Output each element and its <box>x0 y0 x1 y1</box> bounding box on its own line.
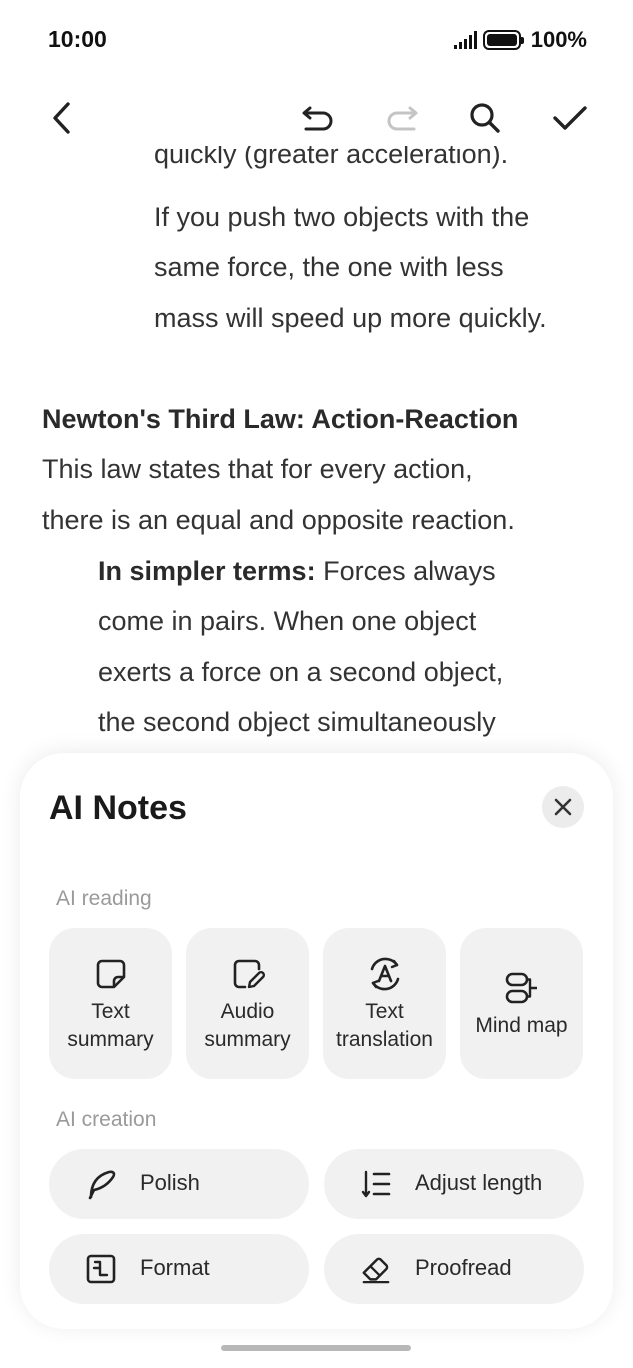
polish-icon <box>88 1170 116 1200</box>
pill-label: Proofread <box>415 1255 512 1280</box>
card-label: Text summary <box>67 999 154 1051</box>
audio-summary-icon <box>233 959 265 988</box>
home-indicator[interactable] <box>221 1345 411 1351</box>
text-summary-icon <box>96 959 125 988</box>
pill-label: Adjust length <box>415 1170 543 1195</box>
search-button[interactable] <box>461 90 509 146</box>
audio-summary-button[interactable]: Audio summary <box>186 928 309 1079</box>
format-button[interactable]: Format <box>49 1234 309 1304</box>
translate-icon <box>370 957 399 990</box>
undo-icon <box>302 106 333 131</box>
doc-line: This law states that for every action, <box>42 454 473 484</box>
done-button[interactable] <box>546 90 594 146</box>
close-icon <box>554 798 572 816</box>
redo-button[interactable] <box>378 90 426 146</box>
mind-map-button[interactable]: Mind map <box>460 928 583 1079</box>
doc-line: the second object simultaneously <box>98 707 496 737</box>
checkmark-icon <box>553 106 587 130</box>
status-indicators: 100% <box>453 27 587 53</box>
chevron-left-icon <box>53 102 70 134</box>
undo-button[interactable] <box>294 90 342 146</box>
doc-line: mass will speed up more quickly. <box>154 303 547 333</box>
polish-button[interactable]: Polish <box>49 1149 309 1219</box>
card-label: Mind map <box>475 1013 568 1037</box>
signal-icon <box>453 31 477 49</box>
note-document[interactable]: quickly (greater acceleration). If you p… <box>0 146 633 756</box>
pill-label: Polish <box>140 1170 200 1195</box>
sheet-title: AI Notes <box>49 789 187 827</box>
text-translation-button[interactable]: Text translation <box>323 928 446 1079</box>
mind-map-icon <box>505 972 537 1003</box>
ai-reading-label: AI reading <box>56 887 152 910</box>
status-time: 10:00 <box>48 26 107 52</box>
close-button[interactable] <box>542 786 584 828</box>
doc-line: quickly (greater acceleration). <box>154 146 509 169</box>
doc-line: If you push two objects with the <box>154 202 530 232</box>
doc-line: In simpler terms: Forces always <box>98 554 496 588</box>
proofread-button[interactable]: Proofread <box>324 1234 584 1304</box>
ai-creation-label: AI creation <box>56 1108 157 1131</box>
adjust-length-icon <box>361 1170 391 1198</box>
editor-toolbar <box>0 90 633 146</box>
doc-heading: Newton's Third Law: Action-Reaction <box>42 404 519 434</box>
battery-icon <box>482 30 524 50</box>
battery-percent: 100% <box>530 27 587 52</box>
ai-notes-sheet: AI Notes AI reading Text summary Audio s… <box>20 753 613 1329</box>
doc-line: come in pairs. When one object <box>98 606 477 636</box>
text-summary-button[interactable]: Text summary <box>49 928 172 1079</box>
status-bar: 10:00 100% <box>0 0 633 80</box>
doc-line: same force, the one with less <box>154 252 504 282</box>
back-button[interactable] <box>38 90 86 146</box>
doc-emphasis: In simpler terms: <box>98 556 316 586</box>
doc-line: there is an equal and opposite reaction. <box>42 505 515 535</box>
format-icon <box>86 1254 116 1284</box>
adjust-length-button[interactable]: Adjust length <box>324 1149 584 1219</box>
doc-line: exerts a force on a second object, <box>98 657 504 687</box>
pill-label: Format <box>140 1255 210 1280</box>
card-label: Audio summary <box>204 999 291 1051</box>
proofread-icon <box>362 1257 390 1284</box>
card-label: Text translation <box>336 999 433 1051</box>
doc-text: Forces always <box>315 556 496 586</box>
search-icon <box>470 103 500 133</box>
redo-icon <box>387 106 418 131</box>
